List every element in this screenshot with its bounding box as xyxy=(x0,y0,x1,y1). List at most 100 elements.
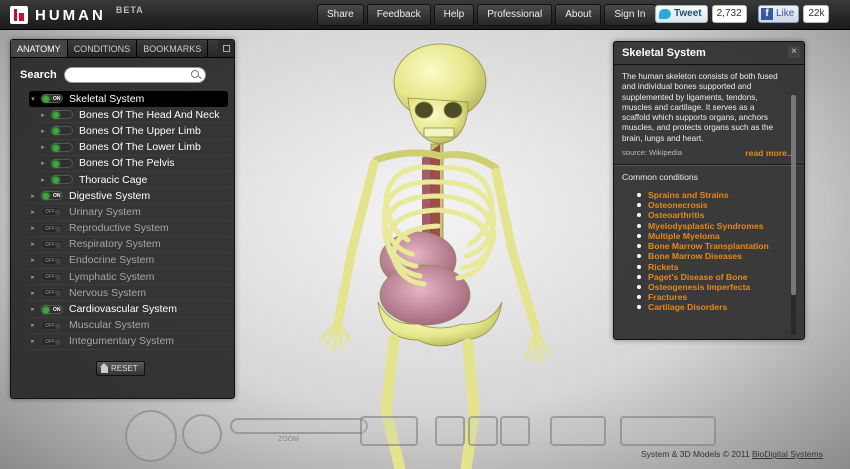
expand-arrow-icon[interactable]: ▸ xyxy=(39,176,47,184)
annotate-button[interactable] xyxy=(435,416,465,446)
reset-button[interactable]: RESET xyxy=(96,361,145,376)
visibility-toggle[interactable]: ON xyxy=(41,191,63,201)
condition-link[interactable]: Sprains and Strains xyxy=(637,190,784,200)
expand-arrow-icon[interactable]: ▸ xyxy=(39,111,47,119)
close-icon[interactable]: × xyxy=(788,46,800,58)
info-scrollbar[interactable] xyxy=(791,95,796,335)
visibility-toggle[interactable] xyxy=(51,142,73,152)
zoom-buttons[interactable] xyxy=(550,416,606,446)
expand-arrow-icon[interactable]: ▸ xyxy=(29,337,37,345)
visibility-toggle[interactable] xyxy=(51,175,73,185)
expand-arrow-icon[interactable]: ▸ xyxy=(29,256,37,264)
expand-arrow-icon[interactable]: ▸ xyxy=(29,321,37,329)
visibility-toggle[interactable] xyxy=(51,126,73,136)
visibility-toggle[interactable]: OFF xyxy=(41,320,63,330)
view-presets[interactable] xyxy=(620,416,716,446)
tab-bookmarks[interactable]: BOOKMARKS xyxy=(137,40,209,57)
expand-arrow-icon[interactable]: ▸ xyxy=(29,273,37,281)
like-button[interactable]: f Like xyxy=(758,5,800,23)
feedback-button[interactable]: Feedback xyxy=(366,4,431,26)
conditions-list: Sprains and Strains Osteonecrosis Osteoart… xyxy=(637,190,784,312)
condition-link[interactable]: Bone Marrow Diseases xyxy=(637,251,784,261)
visibility-toggle[interactable] xyxy=(51,158,73,168)
condition-link[interactable]: Cartilage Disorders xyxy=(637,302,784,312)
tree-row[interactable]: ▸ ON Digestive System xyxy=(29,188,228,205)
reset-label: RESET xyxy=(111,364,138,373)
tree-row-label: Bones Of The Pelvis xyxy=(79,157,175,170)
tree-row[interactable]: ▸ Bones Of The Upper Limb xyxy=(39,123,228,140)
tree-row[interactable]: ▸ OFF Endocrine System xyxy=(29,253,228,270)
tree-row[interactable]: ▸ OFF Integumentary System xyxy=(29,334,228,350)
tree-row[interactable]: ▸ Thoracic Cage xyxy=(39,172,228,189)
minimize-panel-button[interactable] xyxy=(218,40,234,57)
condition-link[interactable]: Paget's Disease of Bone xyxy=(637,272,784,282)
collapse-arrow-icon[interactable]: ▾ xyxy=(29,95,37,103)
tab-anatomy[interactable]: ANATOMY xyxy=(11,40,68,57)
camera-button[interactable] xyxy=(468,416,498,446)
visibility-toggle[interactable]: OFF xyxy=(41,336,63,346)
expand-arrow-icon[interactable]: ▸ xyxy=(29,224,37,232)
condition-link[interactable]: Osteogenesis Imperfecta xyxy=(637,281,784,292)
condition-link[interactable]: Fractures xyxy=(637,292,784,302)
logo[interactable]: HUMAN BETA xyxy=(10,5,144,24)
scroll-thumb[interactable] xyxy=(791,95,796,295)
condition-link[interactable]: Osteoarthritis xyxy=(637,210,784,220)
source-text: source: Wikipedia xyxy=(622,148,682,158)
tree-row[interactable]: ▸ OFF Respiratory System xyxy=(29,237,228,253)
expand-arrow-icon[interactable]: ▸ xyxy=(29,240,37,248)
visibility-toggle[interactable]: OFF xyxy=(41,272,63,282)
visibility-toggle[interactable]: OFF xyxy=(41,223,63,233)
skeleton-3d-model[interactable] xyxy=(290,40,620,469)
bullet-icon xyxy=(637,233,641,238)
visibility-toggle[interactable]: OFF xyxy=(41,255,63,265)
expand-arrow-icon[interactable]: ▸ xyxy=(39,159,47,167)
condition-link[interactable]: Rickets xyxy=(637,261,784,272)
visibility-toggle[interactable]: ON xyxy=(41,304,63,314)
tree-row[interactable]: ▸ OFF Reproductive System xyxy=(29,221,228,237)
rotate-dial[interactable] xyxy=(125,410,177,462)
visibility-toggle[interactable] xyxy=(51,110,73,120)
tree-row[interactable]: ▸ OFF Nervous System xyxy=(29,285,228,302)
share-button[interactable]: Share xyxy=(317,4,364,26)
search-icon[interactable] xyxy=(191,70,199,78)
search-input[interactable] xyxy=(71,68,191,82)
tab-conditions[interactable]: CONDITIONS xyxy=(67,40,138,57)
tree-row[interactable]: ▸ OFF Urinary System xyxy=(29,204,228,221)
tree-row[interactable]: ▸ OFF Lymphatic System xyxy=(29,269,228,286)
expand-arrow-icon[interactable]: ▸ xyxy=(39,143,47,151)
tree-row[interactable]: ▸ ON Cardiovascular System xyxy=(29,301,228,318)
info-title: Skeletal System xyxy=(622,47,706,59)
condition-label: Rickets xyxy=(648,261,679,272)
zoom-slider[interactable] xyxy=(230,418,368,434)
condition-label: Osteogenesis Imperfecta xyxy=(648,281,751,292)
expand-arrow-icon[interactable]: ▸ xyxy=(29,305,37,313)
tweet-button[interactable]: Tweet xyxy=(655,5,708,23)
read-more-link[interactable]: read more... xyxy=(745,148,794,158)
visibility-toggle[interactable]: ON xyxy=(41,94,63,104)
bullet-icon xyxy=(637,264,641,269)
about-button[interactable]: About xyxy=(555,4,602,26)
expand-arrow-icon[interactable]: ▸ xyxy=(29,192,37,200)
tree-row[interactable]: ▸ OFF Muscular System xyxy=(29,318,228,334)
tree-row[interactable]: ▾ ON Skeletal System xyxy=(29,91,228,108)
pan-dial[interactable] xyxy=(182,414,222,454)
biodigital-link[interactable]: BioDigital Systems xyxy=(752,449,823,459)
expand-arrow-icon[interactable]: ▸ xyxy=(29,289,37,297)
expand-arrow-icon[interactable]: ▸ xyxy=(39,127,47,135)
help-button[interactable]: Help xyxy=(433,4,475,26)
condition-link[interactable]: Osteonecrosis xyxy=(637,200,784,210)
condition-link[interactable]: Bone Marrow Transplantation xyxy=(637,241,784,251)
visibility-toggle[interactable]: OFF xyxy=(41,239,63,249)
visibility-toggle[interactable]: OFF xyxy=(41,207,63,217)
link-tool-button[interactable] xyxy=(360,416,418,446)
condition-link[interactable]: Multiple Myeloma xyxy=(637,231,784,241)
sign-in-button[interactable]: Sign In xyxy=(604,4,656,26)
tree-row[interactable]: ▸ Bones Of The Pelvis xyxy=(39,156,228,172)
visibility-toggle[interactable]: OFF xyxy=(41,288,63,298)
tree-row[interactable]: ▸ Bones Of The Head And Neck xyxy=(39,107,228,124)
professional-button[interactable]: Professional xyxy=(477,4,553,26)
expand-arrow-icon[interactable]: ▸ xyxy=(29,208,37,216)
condition-link[interactable]: Myelodysplastic Syndromes xyxy=(637,221,784,231)
tree-row[interactable]: ▸ Bones Of The Lower Limb xyxy=(39,140,228,156)
pencil-button[interactable] xyxy=(500,416,530,446)
